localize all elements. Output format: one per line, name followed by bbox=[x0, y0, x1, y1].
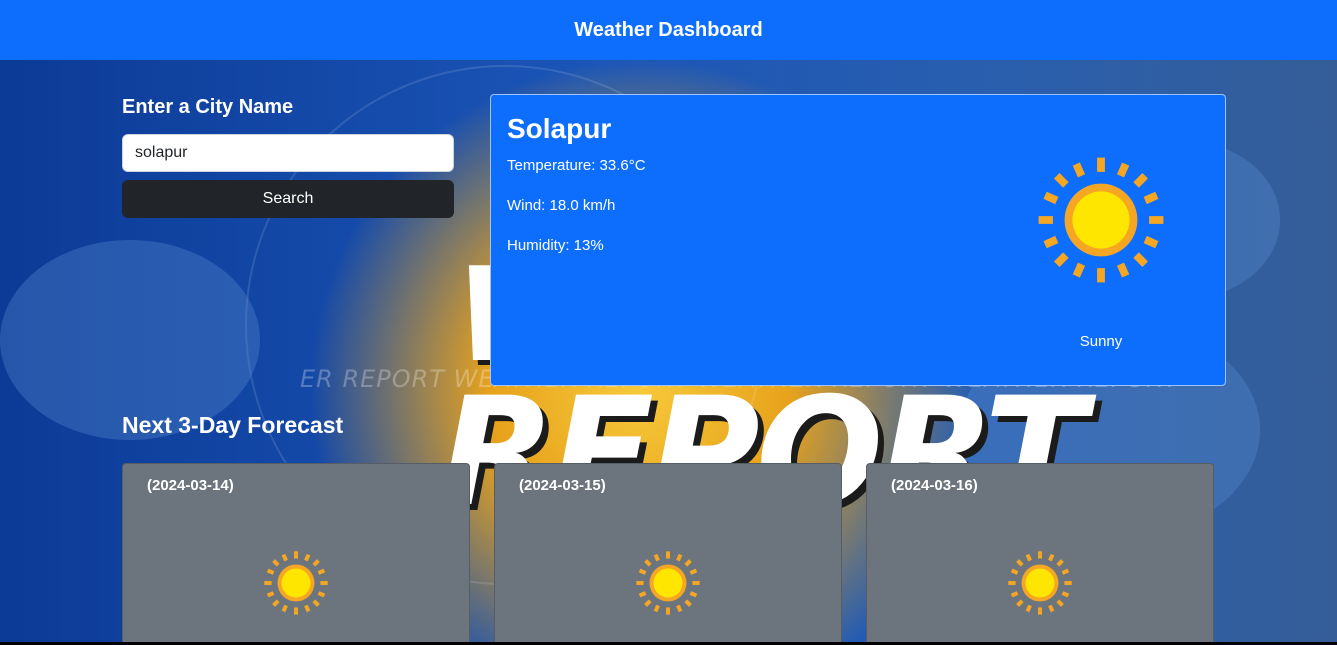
search-title: Enter a City Name bbox=[122, 96, 294, 118]
forecast-card: (2024-03-14) bbox=[122, 463, 470, 645]
sun-icon bbox=[1038, 157, 1164, 283]
search-button[interactable]: Search bbox=[122, 180, 454, 218]
forecast-card: (2024-03-15) bbox=[494, 463, 842, 645]
humidity-text: Humidity: 13% bbox=[507, 237, 604, 254]
forecast-title: Next 3-Day Forecast bbox=[122, 412, 344, 438]
forecast-date: (2024-03-14) bbox=[147, 477, 234, 494]
wind-text: Wind: 18.0 km/h bbox=[507, 197, 616, 214]
sun-icon bbox=[636, 551, 700, 615]
app-header: Weather Dashboard bbox=[0, 0, 1337, 60]
background-map-shape bbox=[0, 240, 260, 440]
condition-text: Sunny bbox=[1079, 333, 1123, 350]
forecast-card: (2024-03-16) bbox=[866, 463, 1214, 645]
sun-icon bbox=[264, 551, 328, 615]
app-title: Weather Dashboard bbox=[574, 18, 763, 41]
city-search-input[interactable] bbox=[122, 134, 454, 172]
forecast-date: (2024-03-15) bbox=[519, 477, 606, 494]
city-name: Solapur bbox=[507, 113, 612, 144]
forecast-date: (2024-03-16) bbox=[891, 477, 978, 494]
sun-icon bbox=[1008, 551, 1072, 615]
temperature-text: Temperature: 33.6°C bbox=[507, 157, 646, 174]
current-weather-card: Solapur Temperature: 33.6°C Wind: 18.0 k… bbox=[490, 94, 1226, 386]
